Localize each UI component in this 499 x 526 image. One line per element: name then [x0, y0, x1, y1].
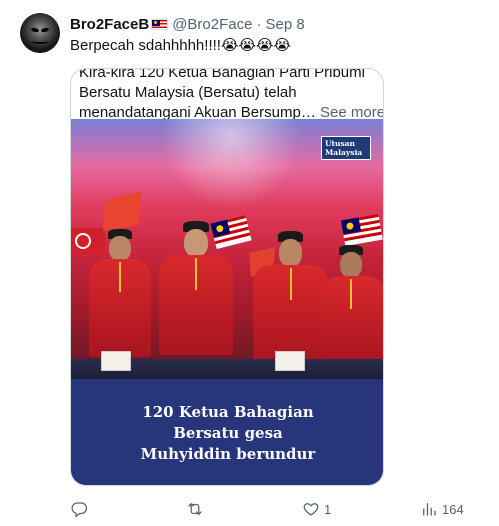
name-plate [101, 351, 131, 371]
caption-line: Muhyiddin berundur [140, 444, 316, 463]
user-handle[interactable]: @Bro2Face [172, 16, 252, 33]
news-photo[interactable]: Utusan Malaysia [71, 119, 383, 379]
reply-icon [71, 502, 88, 518]
tweet-date[interactable]: Sep 8 [265, 16, 304, 33]
views-count: 164 [442, 501, 464, 517]
card-text: Kira-kira 120 Ketua Bahagian Parti Pribu… [79, 68, 383, 123]
embedded-post-card[interactable]: Kira-kira 120 Ketua Bahagian Parti Pribu… [70, 68, 384, 486]
card-text-line: Kira-kira 120 Ketua Bahagian Parti Pribu… [79, 68, 365, 81]
logo-text-line: Utusan [325, 139, 355, 148]
separator-dot: · [256, 15, 262, 33]
news-caption: 120 Ketua Bahagian Bersatu gesa Muhyiddi… [71, 379, 383, 485]
avatar-mask-eye [30, 27, 40, 33]
display-name[interactable]: Bro2FaceB [70, 16, 149, 33]
avatar-mask-eye [40, 27, 50, 33]
malaysia-flag-icon [151, 18, 169, 30]
card-text-line: Bersatu Malaysia (Bersatu) telah [79, 84, 297, 101]
utusan-malaysia-logo: Utusan Malaysia [321, 136, 371, 160]
tweet-header: Bro2FaceB @Bro2Face · Sep 8 [70, 14, 305, 34]
caption-line: Bersatu gesa [173, 423, 283, 442]
avatar[interactable] [20, 13, 60, 53]
reply-button[interactable] [70, 498, 88, 520]
heart-icon [303, 503, 319, 516]
name-plate [275, 351, 305, 371]
caption-line: 120 Ketua Bahagian [142, 402, 314, 421]
avatar-mask-mouth [32, 39, 48, 44]
like-button[interactable]: 1 [302, 498, 331, 520]
stage-light [161, 119, 301, 209]
logo-text-line: Malaysia [325, 148, 363, 157]
retweet-button[interactable] [186, 498, 204, 520]
views-icon [423, 503, 436, 516]
like-count: 1 [324, 501, 332, 517]
retweet-icon [188, 503, 202, 515]
tweet[interactable]: Bro2FaceB @Bro2Face · Sep 8 Berpecah sda… [0, 0, 499, 526]
tweet-text: Berpecah sdahhhhh!!!!😭😭😭😭 [70, 37, 292, 54]
action-bar: 1 164 [70, 498, 480, 522]
views-button[interactable]: 164 [420, 498, 464, 520]
